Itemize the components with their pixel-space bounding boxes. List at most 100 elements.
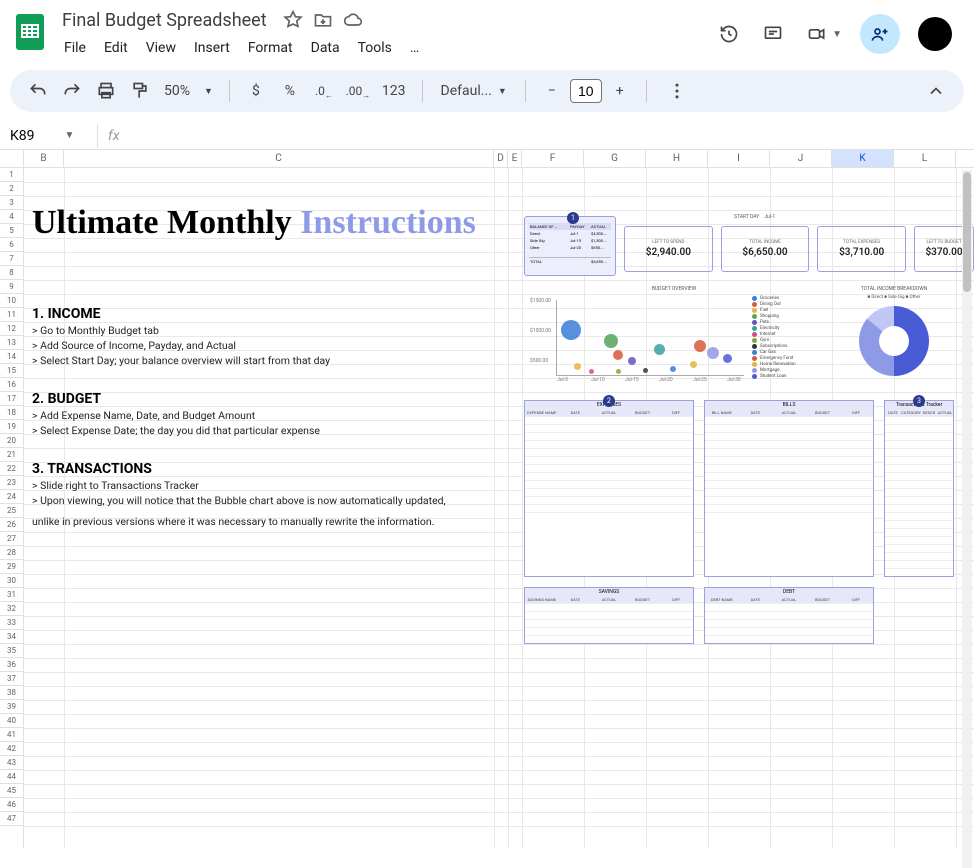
col-header-f[interactable]: F: [522, 150, 584, 167]
row-header[interactable]: 1: [0, 168, 23, 182]
share-button[interactable]: [860, 14, 900, 54]
menu-more[interactable]: …: [402, 36, 427, 60]
row-header[interactable]: 19: [0, 420, 23, 434]
row-header[interactable]: 23: [0, 476, 23, 490]
account-avatar[interactable]: [918, 17, 952, 51]
row-header[interactable]: 18: [0, 406, 23, 420]
comments-icon[interactable]: [760, 21, 786, 47]
menu-view[interactable]: View: [138, 36, 184, 60]
col-header-k[interactable]: K: [832, 150, 894, 167]
col-header-b[interactable]: B: [24, 150, 64, 167]
row-header[interactable]: 20: [0, 434, 23, 448]
row-header[interactable]: 13: [0, 336, 23, 350]
cells-canvas[interactable]: Ultimate Monthly Instructions 1. INCOME …: [24, 168, 974, 848]
row-header[interactable]: 36: [0, 658, 23, 672]
col-header-l[interactable]: L: [894, 150, 956, 167]
row-header[interactable]: 8: [0, 266, 23, 280]
column-headers[interactable]: B C D E F G H I J K L: [0, 150, 974, 168]
col-header-i[interactable]: I: [708, 150, 770, 167]
row-header[interactable]: 22: [0, 462, 23, 476]
history-icon[interactable]: [716, 21, 742, 47]
increase-decimal-button[interactable]: .00→: [344, 77, 372, 105]
row-header[interactable]: 9: [0, 280, 23, 294]
doc-title[interactable]: Final Budget Spreadsheet: [56, 8, 273, 33]
row-header[interactable]: 30: [0, 574, 23, 588]
row-header[interactable]: 43: [0, 756, 23, 770]
row-header[interactable]: 26: [0, 518, 23, 532]
col-header-d[interactable]: D: [494, 150, 508, 167]
menu-tools[interactable]: Tools: [350, 36, 400, 60]
menu-edit[interactable]: Edit: [96, 36, 136, 60]
menu-insert[interactable]: Insert: [186, 36, 238, 60]
row-header[interactable]: 42: [0, 742, 23, 756]
row-header[interactable]: 11: [0, 308, 23, 322]
font-family-select[interactable]: Defaul...▼: [435, 83, 513, 99]
row-header[interactable]: 4: [0, 210, 23, 224]
row-header[interactable]: 37: [0, 672, 23, 686]
menu-file[interactable]: File: [56, 36, 94, 60]
col-header-g[interactable]: G: [584, 150, 646, 167]
scroll-thumb[interactable]: [963, 172, 971, 292]
row-header[interactable]: 7: [0, 252, 23, 266]
menu-format[interactable]: Format: [240, 36, 301, 60]
formula-input[interactable]: [129, 122, 974, 149]
row-header[interactable]: 6: [0, 238, 23, 252]
row-header[interactable]: 34: [0, 630, 23, 644]
font-size-increase[interactable]: +: [606, 77, 634, 105]
col-header-j[interactable]: J: [770, 150, 832, 167]
row-header[interactable]: 5: [0, 224, 23, 238]
row-header[interactable]: 29: [0, 560, 23, 574]
row-header[interactable]: 14: [0, 350, 23, 364]
name-box[interactable]: K89 ▼: [0, 124, 98, 148]
col-header-h[interactable]: H: [646, 150, 708, 167]
print-button[interactable]: [92, 77, 120, 105]
col-header-e[interactable]: E: [508, 150, 522, 167]
paint-format-button[interactable]: [126, 77, 154, 105]
row-header[interactable]: 10: [0, 294, 23, 308]
row-header[interactable]: 31: [0, 588, 23, 602]
row-header[interactable]: 32: [0, 602, 23, 616]
row-header[interactable]: 12: [0, 322, 23, 336]
row-header[interactable]: 21: [0, 448, 23, 462]
row-header[interactable]: 3: [0, 196, 23, 210]
move-icon[interactable]: [313, 10, 333, 30]
row-headers[interactable]: 1234567891011121314151617181920212223242…: [0, 168, 24, 848]
zoom-select[interactable]: 50%▼: [160, 83, 217, 99]
format-number-button[interactable]: 123: [378, 77, 410, 105]
row-header[interactable]: 35: [0, 644, 23, 658]
menu-data[interactable]: Data: [303, 36, 348, 60]
meet-button[interactable]: ▼: [804, 21, 842, 47]
redo-button[interactable]: [58, 77, 86, 105]
row-header[interactable]: 24: [0, 490, 23, 504]
toolbar-collapse-button[interactable]: [922, 77, 950, 105]
spreadsheet-grid[interactable]: B C D E F G H I J K L 123456789101112131…: [0, 150, 974, 848]
row-header[interactable]: 39: [0, 700, 23, 714]
font-size-decrease[interactable]: −: [538, 77, 566, 105]
row-header[interactable]: 40: [0, 714, 23, 728]
row-header[interactable]: 16: [0, 378, 23, 392]
row-header[interactable]: 41: [0, 728, 23, 742]
format-percent-button[interactable]: %: [276, 77, 304, 105]
vertical-scrollbar[interactable]: [962, 170, 972, 868]
row-header[interactable]: 38: [0, 686, 23, 700]
row-header[interactable]: 46: [0, 798, 23, 812]
row-header[interactable]: 44: [0, 770, 23, 784]
row-header[interactable]: 15: [0, 364, 23, 378]
undo-button[interactable]: [24, 77, 52, 105]
row-header[interactable]: 33: [0, 616, 23, 630]
row-header[interactable]: 28: [0, 546, 23, 560]
cloud-status-icon[interactable]: [343, 10, 363, 30]
row-header[interactable]: 25: [0, 504, 23, 518]
row-header[interactable]: 45: [0, 784, 23, 798]
sheets-logo[interactable]: [10, 12, 50, 52]
star-icon[interactable]: [283, 10, 303, 30]
col-header-c[interactable]: C: [64, 150, 494, 167]
format-currency-button[interactable]: $: [242, 77, 270, 105]
toolbar-more-button[interactable]: [663, 77, 691, 105]
row-header[interactable]: 27: [0, 532, 23, 546]
row-header[interactable]: 2: [0, 182, 23, 196]
row-header[interactable]: 47: [0, 812, 23, 826]
font-size-input[interactable]: [570, 79, 602, 103]
decrease-decimal-button[interactable]: .0←: [310, 77, 338, 105]
row-header[interactable]: 17: [0, 392, 23, 406]
